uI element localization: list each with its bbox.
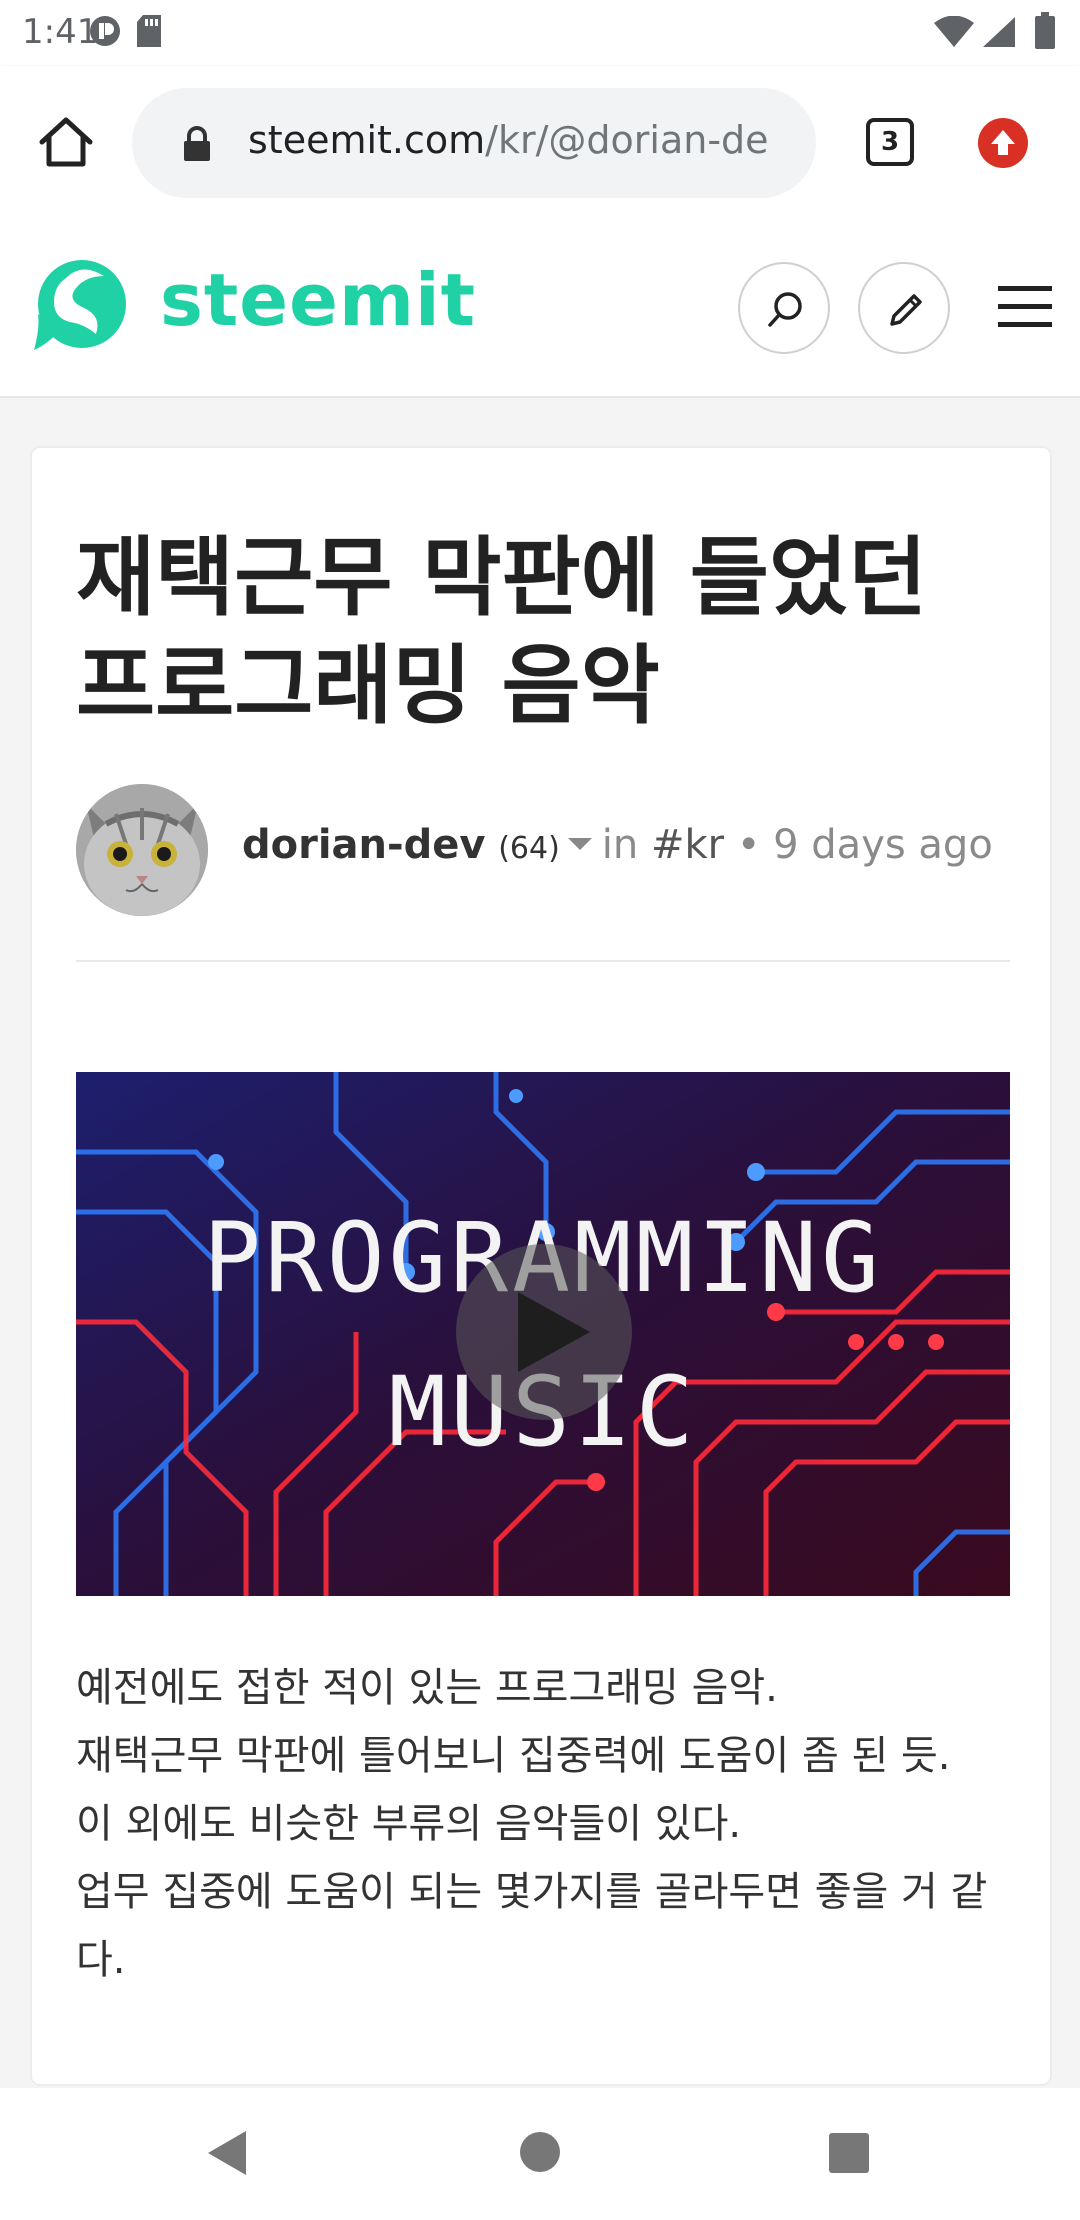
sd-card-icon	[137, 15, 161, 47]
post-body: 예전에도 접한 적이 있는 프로그래밍 음악. 재택근무 막판에 틀어보니 집중…	[76, 1654, 1006, 1994]
video-embed[interactable]: PROGRAMMING MUSIC	[76, 1072, 1010, 1596]
recents-icon[interactable]	[828, 2132, 870, 2174]
upload-icon[interactable]	[978, 118, 1028, 168]
post-age[interactable]: 9 days ago	[773, 822, 993, 868]
url-path: /kr/@dorian-de	[485, 118, 769, 162]
site-header: steemit	[0, 220, 1080, 398]
author-dropdown-caret-icon[interactable]	[567, 838, 592, 850]
play-icon	[518, 1292, 590, 1372]
body-paragraph-1: 예전에도 접한 적이 있는 프로그래밍 음악.	[76, 1665, 778, 1711]
cat-avatar-image	[76, 784, 208, 916]
home-circle-icon[interactable]	[518, 2130, 562, 2174]
battery-icon	[1035, 12, 1055, 49]
tab-count: 3	[880, 127, 900, 157]
play-button[interactable]	[456, 1244, 632, 1420]
in-label: in	[601, 822, 639, 868]
url-host: steemit.com	[248, 118, 486, 162]
author-avatar[interactable]	[76, 784, 208, 916]
meta-separator: •	[736, 822, 761, 868]
body-paragraph-2: 재택근무 막판에 틀어보니 집중력에 도움이 좀 된 듯.	[76, 1733, 951, 1779]
status-bar: 1:41	[0, 0, 1080, 66]
body-paragraph-3: 이 외에도 비슷한 부류의 음악들이 있다.	[76, 1801, 742, 1847]
post-card: 재택근무 막판에 들었던 프로그래밍 음악 dorian-dev (64) in …	[30, 446, 1052, 2086]
pencil-icon	[890, 294, 922, 326]
write-post-button[interactable]	[858, 262, 950, 354]
post-meta: dorian-dev (64) in #kr • 9 days ago	[242, 822, 993, 868]
tabs-icon[interactable]: 3	[866, 118, 914, 166]
address-bar[interactable]: steemit.com/kr/@dorian-de	[132, 88, 816, 198]
system-navigation-bar	[0, 2088, 1080, 2220]
browser-toolbar: steemit.com/kr/@dorian-de 3	[0, 66, 1080, 220]
lock-icon	[184, 126, 210, 161]
wifi-icon	[934, 16, 974, 47]
logo-text[interactable]: steemit	[160, 258, 476, 342]
meta-divider	[76, 960, 1010, 962]
steemit-logo-icon[interactable]	[26, 254, 132, 360]
post-title: 재택근무 막판에 들었던 프로그래밍 음악	[76, 528, 928, 736]
url-text: steemit.com/kr/@dorian-de	[248, 118, 808, 162]
cellular-signal-icon	[983, 17, 1015, 47]
status-time: 1:41	[22, 12, 99, 52]
post-tag[interactable]: #kr	[651, 822, 724, 868]
home-icon[interactable]	[36, 112, 96, 172]
body-paragraph-4: 업무 집중에 도움이 되는 몇가지를 골라두면 좋을 거 같다.	[76, 1869, 988, 1983]
notification-app-icon	[90, 16, 120, 46]
upload-arrow-icon	[991, 130, 1015, 155]
search-icon	[768, 292, 802, 327]
author-name[interactable]: dorian-dev	[242, 822, 485, 868]
back-icon[interactable]	[204, 2128, 250, 2178]
author-reputation: (64)	[498, 831, 560, 866]
search-button[interactable]	[738, 262, 830, 354]
hamburger-icon[interactable]	[996, 282, 1054, 332]
